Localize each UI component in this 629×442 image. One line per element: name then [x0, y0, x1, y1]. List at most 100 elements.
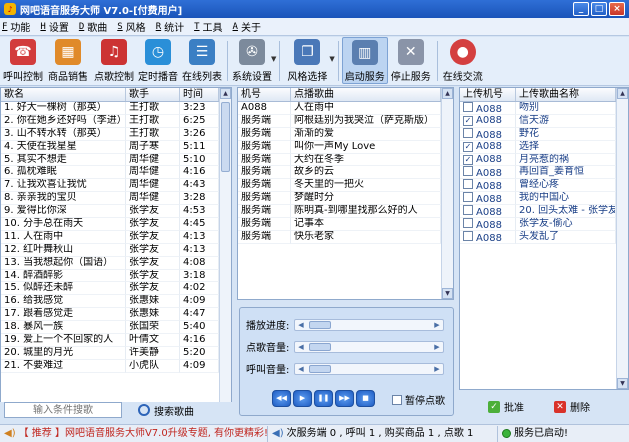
upload-list-scrollbar[interactable]: ▲ ▼: [616, 88, 628, 389]
slider-left-icon[interactable]: ◀: [296, 364, 306, 374]
pause-button[interactable]: ❚❚: [314, 390, 333, 407]
checkbox-box[interactable]: [392, 394, 402, 405]
table-row[interactable]: A088 野花: [460, 127, 616, 141]
table-row[interactable]: A088 20. 回头太难 - 张学友: [460, 205, 616, 219]
column-singer[interactable]: 歌手: [126, 88, 180, 101]
slider-knob[interactable]: [309, 342, 331, 351]
row-checkbox[interactable]: [463, 205, 473, 216]
maximize-button[interactable]: □: [591, 2, 607, 16]
search-input[interactable]: [4, 402, 122, 418]
stop-service-button[interactable]: ✕ 停止服务: [388, 37, 434, 84]
table-row[interactable]: 11. 人在雨中 张学友 4:13: [1, 230, 219, 244]
column-upload-machine[interactable]: 上传机号: [460, 88, 516, 101]
slider-left-icon[interactable]: ◀: [296, 320, 306, 330]
row-checkbox[interactable]: [463, 102, 473, 112]
table-row[interactable]: A088 曾经心疼: [460, 179, 616, 193]
table-row[interactable]: 5. 其实不想走 周华健 5:10: [1, 153, 219, 167]
table-row[interactable]: 2. 你在她乡还好吗（李进） 王打歌 6:25: [1, 114, 219, 128]
table-row[interactable]: 15. 似醉还未醉 张学友 4:02: [1, 282, 219, 296]
menu-stats[interactable]: R 统计: [156, 19, 184, 35]
menu-songs[interactable]: D 歌曲: [79, 19, 107, 35]
fast-forward-button[interactable]: ▶▶: [335, 390, 354, 407]
row-checkbox[interactable]: [463, 218, 473, 229]
slider-knob[interactable]: [309, 320, 331, 329]
online-chat-button[interactable]: ● 在线交流: [441, 37, 485, 84]
scroll-down-icon[interactable]: ▼: [617, 378, 628, 389]
column-requested-song[interactable]: 点播歌曲: [291, 88, 441, 101]
goods-sales-button[interactable]: ▦ 商品销售: [44, 37, 92, 84]
stop-button[interactable]: ■: [356, 390, 375, 407]
table-row[interactable]: 服务端 故乡的云: [238, 166, 441, 180]
slider-knob[interactable]: [309, 364, 331, 373]
song-list-scrollbar[interactable]: ▲ ▼: [219, 88, 231, 416]
row-checkbox[interactable]: ✓: [463, 154, 473, 165]
search-songs-button[interactable]: 搜索歌曲: [138, 403, 194, 418]
promo-link[interactable]: ◀) 【 推荐 】网吧语音服务大师V7.0升级专题, 有你更精彩!: [0, 425, 268, 442]
song-request-control-button[interactable]: ♫ 点歌控制: [92, 37, 136, 84]
column-duration[interactable]: 时间: [180, 88, 219, 101]
slider-right-icon[interactable]: ▶: [432, 364, 442, 374]
delete-icon[interactable]: ✕: [554, 400, 566, 413]
column-upload-song[interactable]: 上传歌曲名称: [516, 88, 616, 101]
scroll-up-icon[interactable]: ▲: [617, 88, 628, 99]
table-row[interactable]: A088 再回首_姜育恒: [460, 166, 616, 180]
scheduled-broadcast-button[interactable]: ◷ 定时播音: [136, 37, 180, 84]
playback-progress-slider[interactable]: ◀ ▶: [294, 318, 444, 331]
menu-style[interactable]: S 风格: [117, 19, 145, 35]
table-row[interactable]: 20. 城里的月光 许美静 5:20: [1, 346, 219, 360]
table-row[interactable]: 服务端 渐渐的爱: [238, 127, 441, 141]
table-row[interactable]: 1. 好大一棵树（那英） 王打歌 3:23: [1, 102, 219, 115]
style-select-dropdown-icon[interactable]: ▼: [329, 55, 334, 63]
pause-requests-checkbox[interactable]: 暂停点歌: [392, 392, 445, 407]
slider-right-icon[interactable]: ▶: [432, 342, 442, 352]
menu-tools[interactable]: T 工具: [194, 19, 222, 35]
request-list-scrollbar[interactable]: ▲ ▼: [441, 88, 453, 299]
table-row[interactable]: 8. 亲亲我的宝贝 周华健 3:28: [1, 192, 219, 206]
table-row[interactable]: 16. 给我感觉 张惠妹 4:09: [1, 295, 219, 309]
table-row[interactable]: 服务端 陈明真-到哪里找那么好的人: [238, 205, 441, 219]
table-row[interactable]: 服务端 快乐老家: [238, 230, 441, 244]
table-row[interactable]: 服务端 阿根廷别为我哭泣（萨克斯版）: [238, 114, 441, 128]
table-row[interactable]: 18. 暴风一族 张国荣 5:40: [1, 321, 219, 335]
table-row[interactable]: 6. 孤枕难眠 周华健 4:16: [1, 166, 219, 180]
call-volume-slider[interactable]: ◀ ▶: [294, 362, 444, 375]
table-row[interactable]: ✓ A088 选择: [460, 140, 616, 154]
table-row[interactable]: A088 人在雨中: [238, 102, 441, 115]
start-service-button[interactable]: ▥ 启动服务: [341, 37, 388, 84]
table-row[interactable]: 7. 让我欢喜让我忧 周华健 4:43: [1, 179, 219, 193]
table-row[interactable]: 服务端 梦醒时分: [238, 192, 441, 206]
request-volume-slider[interactable]: ◀ ▶: [294, 340, 444, 353]
column-song-name[interactable]: 歌名: [1, 88, 126, 101]
table-row[interactable]: A088 头发乱了: [460, 230, 616, 244]
call-control-button[interactable]: ☎ 呼叫控制: [2, 37, 44, 84]
row-checkbox[interactable]: [463, 192, 473, 203]
table-row[interactable]: 3. 山不转水转（那英） 王打歌 3:26: [1, 127, 219, 141]
table-row[interactable]: 服务端 大约在冬季: [238, 153, 441, 167]
row-checkbox[interactable]: [463, 230, 473, 241]
slider-left-icon[interactable]: ◀: [296, 342, 306, 352]
style-select-button[interactable]: ❐ 风格选择: [283, 37, 331, 84]
online-list-button[interactable]: ☰ 在线列表: [180, 37, 224, 84]
table-row[interactable]: 14. 醉酒醉影 张学友 3:18: [1, 269, 219, 283]
table-row[interactable]: ✓ A088 信天游: [460, 114, 616, 128]
approve-button[interactable]: 批准: [504, 399, 524, 414]
table-row[interactable]: ✓ A088 月亮惹的祸: [460, 153, 616, 167]
table-row[interactable]: 9. 爱得比你深 张学友 4:53: [1, 205, 219, 219]
scroll-down-icon[interactable]: ▼: [442, 288, 453, 299]
scroll-up-icon[interactable]: ▲: [442, 88, 453, 99]
table-row[interactable]: A088 张学友-偷心: [460, 218, 616, 231]
row-checkbox[interactable]: [463, 166, 473, 177]
column-machine-id[interactable]: 机号: [238, 88, 291, 101]
row-checkbox[interactable]: ✓: [463, 141, 473, 152]
table-row[interactable]: A088 吻别: [460, 102, 616, 115]
menu-settings[interactable]: H 设置: [40, 19, 68, 35]
approve-icon[interactable]: ✓: [488, 400, 500, 413]
table-row[interactable]: 服务端 冬天里的一把火: [238, 179, 441, 193]
scroll-thumb[interactable]: [221, 102, 230, 172]
table-row[interactable]: A088 我的中国心: [460, 192, 616, 206]
table-row[interactable]: 4. 天使在我星星 周子寒 5:11: [1, 140, 219, 154]
row-checkbox[interactable]: ✓: [463, 115, 473, 126]
scroll-up-icon[interactable]: ▲: [220, 88, 231, 99]
table-row[interactable]: 服务端 叫你一声My Love: [238, 140, 441, 154]
play-button[interactable]: ▶: [293, 390, 312, 407]
